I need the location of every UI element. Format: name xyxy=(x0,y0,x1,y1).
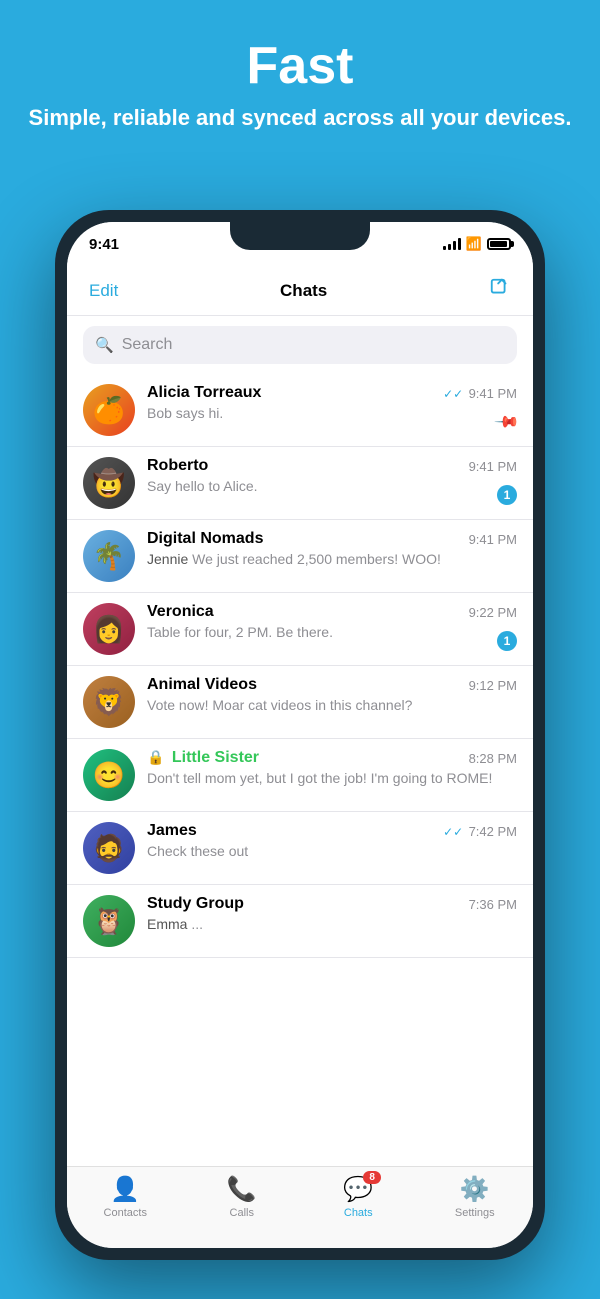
chat-name: Veronica xyxy=(147,603,214,621)
page-title: Chats xyxy=(280,281,327,301)
chat-name: Study Group xyxy=(147,895,244,913)
tab-bar: 👤 Contacts 📞 Calls 💬8 Chats ⚙️ Settings xyxy=(67,1166,533,1248)
unread-badge: 1 xyxy=(497,485,517,505)
avatar: 🦁 xyxy=(83,676,135,728)
avatar: 👩 xyxy=(83,603,135,655)
list-item[interactable]: 🤠 Roberto 9:41 PM Say hello to Alice.1 xyxy=(67,447,533,520)
nav-bar: Edit Chats xyxy=(67,266,533,316)
chat-badge: 8 xyxy=(363,1171,381,1184)
tab-settings[interactable]: ⚙️ Settings xyxy=(417,1175,534,1219)
tab-settings-label: Settings xyxy=(455,1207,495,1219)
chat-preview: Table for four, 2 PM. Be there. xyxy=(147,623,517,642)
chat-preview: Vote now! Moar cat videos in this channe… xyxy=(147,696,517,715)
tab-chats-label: Chats xyxy=(344,1207,373,1219)
avatar: 🧔 xyxy=(83,822,135,874)
settings-icon: ⚙️ xyxy=(460,1175,490,1204)
list-item[interactable]: 🦉 Study Group 7:36 PM Emma ... xyxy=(67,885,533,958)
chats-icon: 💬8 xyxy=(343,1175,373,1204)
hero-subtitle: Simple, reliable and synced across all y… xyxy=(0,103,600,133)
tab-contacts[interactable]: 👤 Contacts xyxy=(67,1175,184,1219)
status-icons: 📶 xyxy=(443,236,511,252)
chat-time: 7:36 PM xyxy=(469,897,517,912)
calls-icon: 📞 xyxy=(227,1175,257,1204)
read-receipt-icon: ✓✓ xyxy=(443,825,466,839)
chat-preview: Say hello to Alice. xyxy=(147,477,517,496)
chat-name: Alicia Torreaux xyxy=(147,384,261,402)
battery-icon xyxy=(487,238,511,250)
chat-name: Digital Nomads xyxy=(147,530,263,548)
phone-frame: 9:41 📶 Edit Chats xyxy=(55,210,545,1260)
list-item[interactable]: 🧔 James ✓✓ 7:42 PM Check these out xyxy=(67,812,533,885)
lock-icon: 🔒 xyxy=(147,749,164,765)
chat-name: Animal Videos xyxy=(147,676,257,694)
avatar: 🤠 xyxy=(83,457,135,509)
chat-time: ✓✓ 7:42 PM xyxy=(443,824,517,839)
contacts-icon: 👤 xyxy=(110,1175,140,1204)
chat-name: James xyxy=(147,822,197,840)
chat-time: 9:12 PM xyxy=(469,678,517,693)
list-item[interactable]: 🌴 Digital Nomads 9:41 PM Jennie We just rea… xyxy=(67,520,533,593)
chat-preview: Bob says hi. xyxy=(147,404,517,423)
chat-name: Roberto xyxy=(147,457,208,475)
wifi-icon: 📶 xyxy=(466,236,482,252)
list-item[interactable]: 🦁 Animal Videos 9:12 PM Vote now! Moar cat … xyxy=(67,666,533,739)
hero-title: Fast xyxy=(0,38,600,95)
list-item[interactable]: 🍊Alicia Torreaux✓✓ 9:41 PMBob says hi.📌 xyxy=(67,374,533,447)
chat-preview: Jennie We just reached 2,500 members! WO… xyxy=(147,550,517,569)
chat-name: 🔒 Little Sister xyxy=(147,749,259,767)
list-item[interactable]: 👩 Veronica 9:22 PM Table for four, 2 PM. Be… xyxy=(67,593,533,666)
tab-chats[interactable]: 💬8 Chats xyxy=(300,1175,417,1219)
chat-preview: Check these out xyxy=(147,842,517,861)
avatar: 🦉 xyxy=(83,895,135,947)
chat-preview: Emma ... xyxy=(147,915,517,934)
phone-screen: 9:41 📶 Edit Chats xyxy=(67,222,533,1248)
avatar: 🌴 xyxy=(83,530,135,582)
tab-calls-label: Calls xyxy=(230,1207,254,1219)
tab-contacts-label: Contacts xyxy=(104,1207,147,1219)
list-item[interactable]: 😊 🔒 Little Sister 8:28 PM Don't tell mom ye… xyxy=(67,739,533,812)
unread-badge: 1 xyxy=(497,631,517,651)
chat-time: 9:41 PM xyxy=(469,459,517,474)
search-container: 🔍 Search xyxy=(67,316,533,374)
chat-time: ✓✓ 9:41 PM xyxy=(443,386,517,401)
chat-time: 8:28 PM xyxy=(469,751,517,766)
phone-notch xyxy=(230,222,370,250)
edit-button[interactable]: Edit xyxy=(89,281,118,301)
compose-button[interactable] xyxy=(489,277,511,304)
search-bar[interactable]: 🔍 Search xyxy=(83,326,517,364)
chat-preview: Don't tell mom yet, but I got the job! I… xyxy=(147,769,517,788)
status-time: 9:41 xyxy=(89,236,119,253)
chat-time: 9:41 PM xyxy=(469,532,517,547)
avatar: 😊 xyxy=(83,749,135,801)
chat-list: 🍊Alicia Torreaux✓✓ 9:41 PMBob says hi.📌🤠… xyxy=(67,374,533,958)
avatar: 🍊 xyxy=(83,384,135,436)
signal-icon xyxy=(443,238,461,250)
chat-time: 9:22 PM xyxy=(469,605,517,620)
tab-calls[interactable]: 📞 Calls xyxy=(184,1175,301,1219)
read-receipt-icon: ✓✓ xyxy=(443,387,466,401)
search-input[interactable]: Search xyxy=(122,336,173,354)
search-icon: 🔍 xyxy=(95,336,114,354)
